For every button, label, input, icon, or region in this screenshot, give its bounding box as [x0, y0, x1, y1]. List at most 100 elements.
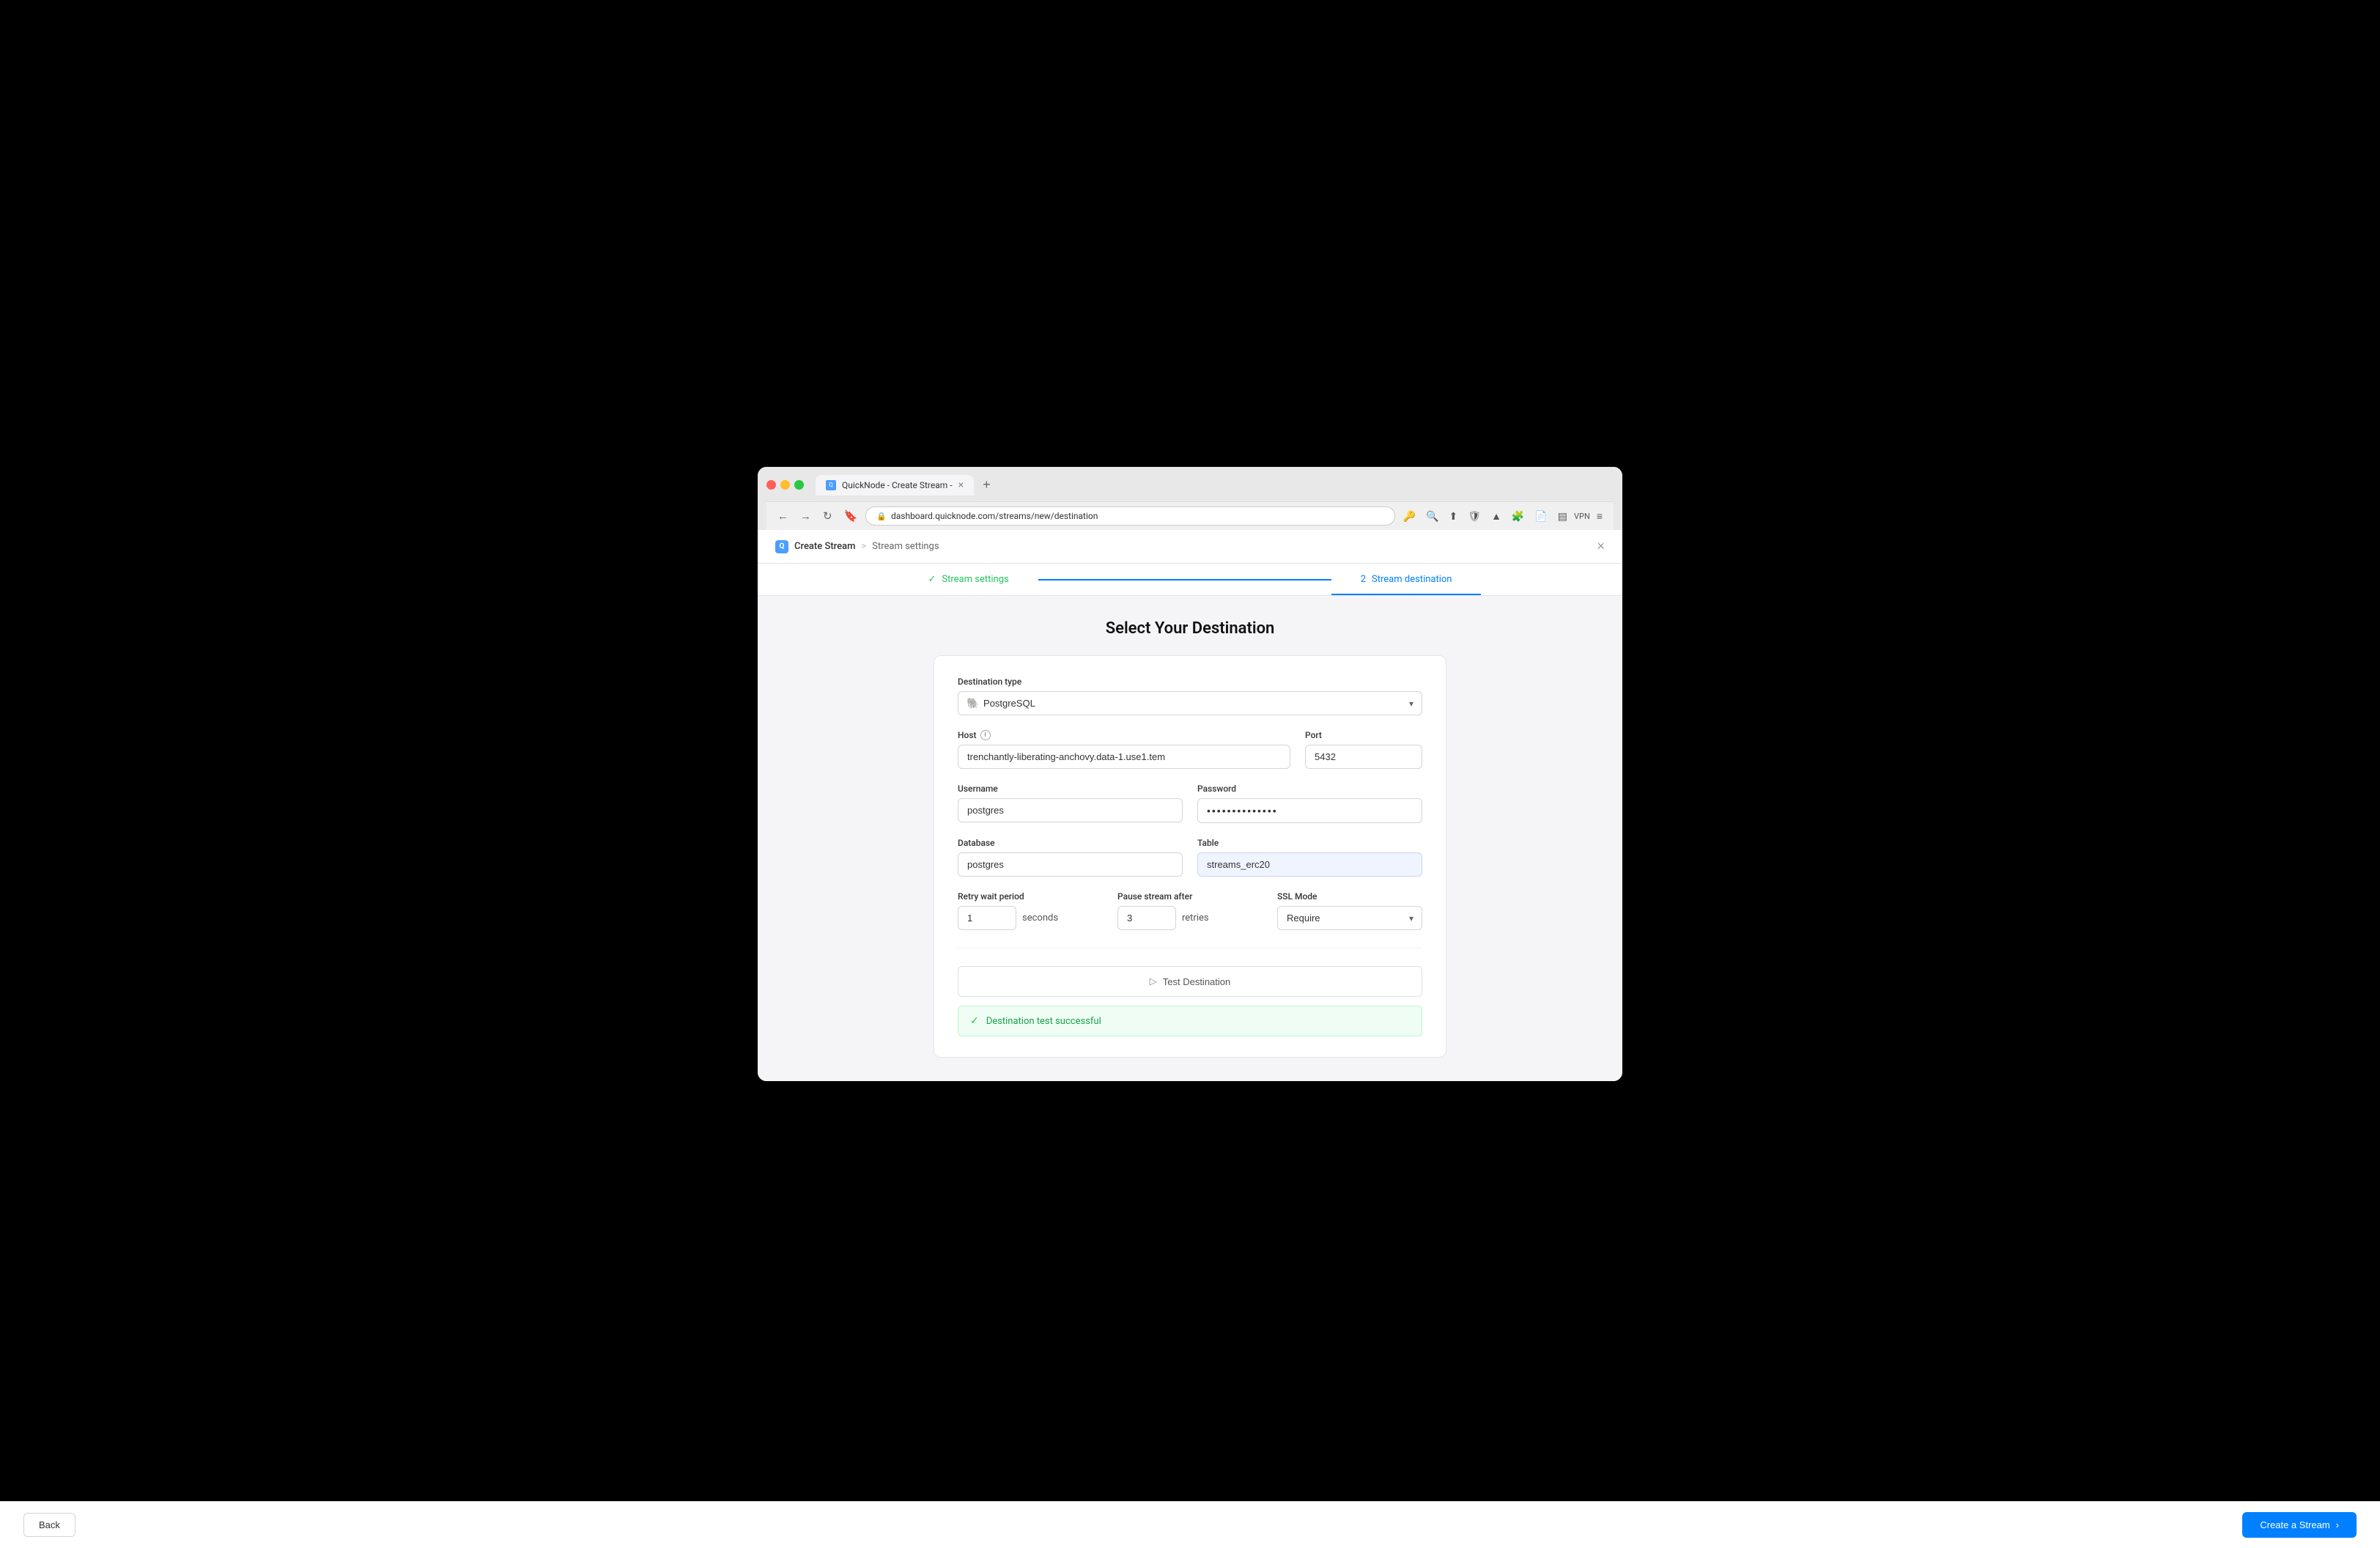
browser-titlebar: Q QuickNode - Create Stream - × +	[766, 474, 1614, 495]
step1-check: ✓	[928, 574, 936, 585]
tab-close-icon[interactable]: ×	[958, 479, 964, 491]
browser-window: Q QuickNode - Create Stream - × + ← → ↻ …	[758, 467, 1622, 1081]
share-icon[interactable]: ⬆	[1446, 507, 1462, 526]
ssl-mode-select[interactable]: Require	[1277, 906, 1422, 930]
test-dest-label: Test Destination	[1163, 976, 1231, 987]
destination-type-select[interactable]: PostgreSQL	[958, 691, 1422, 715]
extension-icon-3[interactable]: 🧩	[1508, 507, 1528, 526]
retries-label: retries	[1182, 913, 1209, 924]
table-col: Table	[1197, 838, 1422, 877]
step-1: ✓ Stream settings	[899, 574, 1038, 585]
database-table-row: Database Table	[958, 838, 1422, 877]
postgresql-icon: 🐘	[967, 698, 979, 710]
step2-number: 2	[1361, 574, 1366, 585]
zoom-icon[interactable]: 🔍	[1422, 507, 1442, 526]
app-header: Q Create Stream > Stream settings ×	[758, 530, 1622, 564]
key-icon[interactable]: 🔑	[1400, 507, 1419, 526]
logo-text: Q	[780, 542, 785, 550]
password-input[interactable]	[1197, 798, 1422, 823]
step-2: 2 Stream destination	[1331, 574, 1482, 595]
destination-type-group: Destination type 🐘 PostgreSQL ▾	[958, 677, 1422, 715]
reload-button[interactable]: ↻	[819, 506, 836, 526]
retry-pause-ssl-row: Retry wait period seconds Pause stream a…	[958, 891, 1422, 930]
lock-icon: 🔒	[876, 512, 887, 521]
test-destination-button[interactable]: ▷ Test Destination	[958, 966, 1422, 997]
breadcrumb-current: Stream settings	[872, 541, 939, 552]
minimize-traffic-light[interactable]	[780, 480, 790, 490]
step1-label: Stream settings	[942, 574, 1008, 585]
step-line	[1038, 579, 1331, 580]
retry-wait-label: Retry wait period	[958, 891, 1103, 902]
ssl-mode-col: SSL Mode Require ▾	[1277, 891, 1422, 930]
browser-tab[interactable]: Q QuickNode - Create Stream - ×	[816, 475, 974, 495]
username-input[interactable]	[958, 798, 1183, 822]
pause-stream-input[interactable]	[1117, 906, 1176, 930]
quicknode-logo: Q	[775, 540, 788, 553]
host-label: Host i	[958, 730, 1290, 740]
breadcrumb-create-stream[interactable]: Create Stream	[794, 541, 855, 552]
host-port-row: Host i Port	[958, 730, 1422, 769]
database-col: Database	[958, 838, 1183, 877]
retry-wait-input[interactable]	[958, 906, 1016, 930]
url-text: dashboard.quicknode.com/streams/new/dest…	[891, 511, 1098, 521]
success-check-icon: ✓	[970, 1015, 979, 1027]
back-nav-button[interactable]: ←	[774, 507, 792, 526]
main-content: Select Your Destination Destination type…	[758, 596, 1622, 1081]
tab-favicon: Q	[826, 480, 836, 490]
retry-wait-col: Retry wait period seconds	[958, 891, 1103, 930]
ssl-mode-select-wrapper: Require ▾	[1277, 906, 1422, 930]
host-input[interactable]	[958, 745, 1290, 769]
username-password-row: Username Password	[958, 784, 1422, 823]
table-label: Table	[1197, 838, 1422, 848]
destination-type-label: Destination type	[958, 677, 1422, 687]
password-col: Password	[1197, 784, 1422, 823]
menu-icon[interactable]: ≡	[1593, 507, 1606, 525]
database-input[interactable]	[958, 852, 1183, 877]
username-col: Username	[958, 784, 1183, 823]
ssl-mode-label: SSL Mode	[1277, 891, 1422, 902]
seconds-label: seconds	[1022, 913, 1058, 924]
table-input[interactable]	[1197, 852, 1422, 877]
extension-icon-1[interactable]: 🛡	[1464, 507, 1485, 526]
browser-toolbar: ← → ↻ 🔖 🔒 dashboard.quicknode.com/stream…	[766, 501, 1614, 530]
tab-title: QuickNode - Create Stream -	[842, 480, 953, 490]
play-icon: ▷	[1150, 976, 1157, 987]
port-col: Port	[1305, 730, 1422, 769]
page-title: Select Your Destination	[1106, 619, 1275, 638]
new-tab-button[interactable]: +	[977, 474, 997, 495]
password-label: Password	[1197, 784, 1422, 794]
pause-stream-inline: retries	[1117, 906, 1263, 930]
pause-stream-label: Pause stream after	[1117, 891, 1263, 902]
bookmark-button[interactable]: 🔖	[840, 506, 862, 526]
step-indicator: ✓ Stream settings 2 Stream destination	[758, 564, 1622, 596]
close-traffic-light[interactable]	[766, 480, 776, 490]
breadcrumb: Q Create Stream > Stream settings	[775, 540, 939, 553]
username-label: Username	[958, 784, 1183, 794]
toolbar-icons: 🔑 🔍 ⬆ 🛡 ▲ 🧩 📄 ▤ VPN ≡	[1400, 507, 1606, 526]
maximize-traffic-light[interactable]	[794, 480, 804, 490]
header-close-button[interactable]: ×	[1597, 539, 1605, 554]
host-col: Host i	[958, 730, 1290, 769]
extension-icon-2[interactable]: ▲	[1488, 507, 1505, 525]
step2-label: Stream destination	[1372, 574, 1452, 585]
tab-bar: Q QuickNode - Create Stream - × +	[816, 474, 1614, 495]
success-banner: ✓ Destination test successful	[958, 1006, 1422, 1036]
destination-type-select-wrapper: 🐘 PostgreSQL ▾	[958, 691, 1422, 715]
success-message: Destination test successful	[986, 1016, 1101, 1027]
breadcrumb-separator: >	[861, 541, 866, 552]
port-input[interactable]	[1305, 745, 1422, 769]
sidebar-icon[interactable]: ▤	[1554, 507, 1571, 526]
app-content: Q Create Stream > Stream settings × ✓ St…	[758, 530, 1622, 1081]
address-bar[interactable]: 🔒 dashboard.quicknode.com/streams/new/de…	[865, 506, 1394, 526]
retry-wait-inline: seconds	[958, 906, 1103, 930]
database-label: Database	[958, 838, 1183, 848]
forward-nav-button[interactable]: →	[797, 507, 815, 526]
port-label: Port	[1305, 730, 1422, 740]
browser-chrome: Q QuickNode - Create Stream - × + ← → ↻ …	[758, 467, 1622, 530]
pause-stream-col: Pause stream after retries	[1117, 891, 1263, 930]
traffic-lights	[766, 480, 804, 490]
reader-icon[interactable]: 📄	[1531, 507, 1551, 526]
host-info-icon[interactable]: i	[980, 730, 991, 740]
vpn-label: VPN	[1574, 512, 1590, 521]
form-card: Destination type 🐘 PostgreSQL ▾ Host	[934, 655, 1446, 1058]
